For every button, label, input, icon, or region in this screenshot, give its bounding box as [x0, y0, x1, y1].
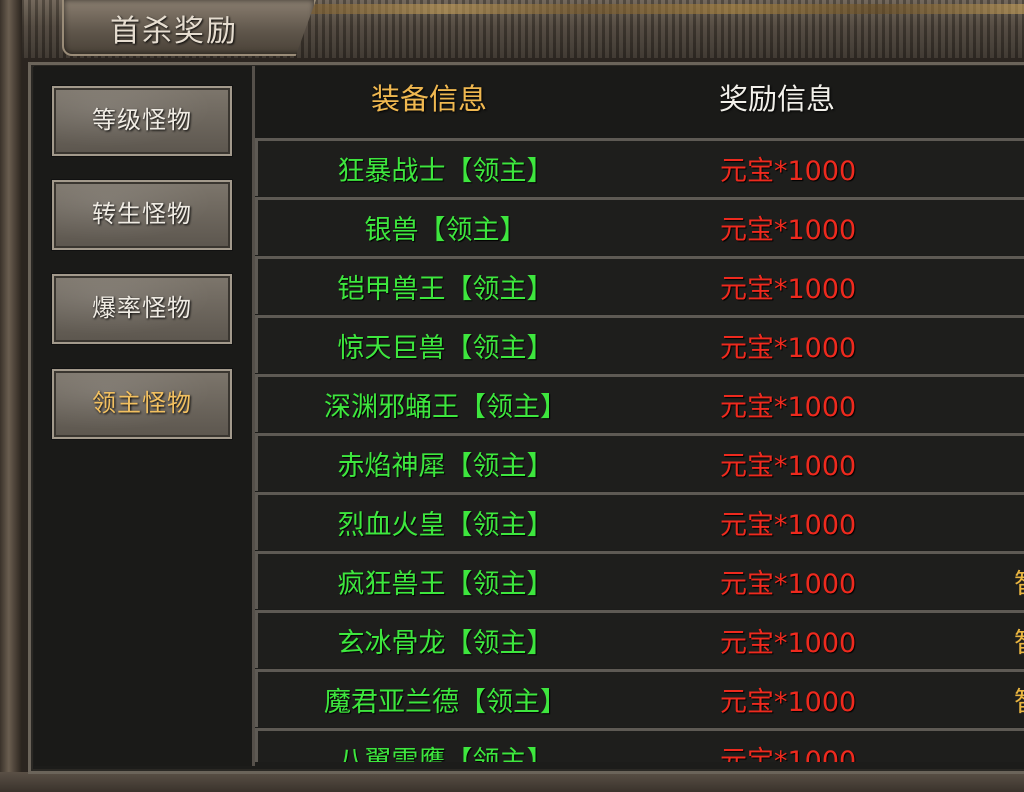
table-row: 银兽【领主】 元宝*1000	[255, 197, 1024, 255]
reward-list[interactable]: 狂暴战士【领主】 元宝*1000 银兽【领主】 元宝*1000 铠甲兽王【领主】…	[255, 138, 1024, 762]
table-row: 狂暴战士【领主】 元宝*1000	[255, 138, 1024, 196]
monster-name: 疯狂兽王【领主】	[337, 569, 554, 600]
monster-name: 烈血火皇【领主】	[337, 510, 554, 541]
table-row: 铠甲兽王【领主】 元宝*1000	[255, 256, 1024, 314]
table-header: 装备信息 奖励信息	[255, 66, 1024, 138]
reward-value: 元宝*1000	[720, 215, 857, 246]
reward-value: 元宝*1000	[720, 746, 857, 762]
reward-value: 元宝*1000	[720, 510, 857, 541]
frame-ornament	[300, 4, 1024, 14]
header-reward-info: 奖励信息	[719, 82, 836, 116]
table-row: 八翼雷鹰【领主】 元宝*1000	[255, 728, 1024, 762]
reward-value: 元宝*1000	[720, 333, 857, 364]
table-row: 深渊邪蛹王【领主】 元宝*1000	[255, 374, 1024, 432]
monster-name: 铠甲兽王【领主】	[337, 274, 554, 305]
reward-value: 元宝*1000	[720, 274, 857, 305]
table-row: 玄冰骨龙【领主】 元宝*1000 智	[255, 610, 1024, 668]
monster-name: 深渊邪蛹王【领主】	[324, 392, 567, 423]
window-frame-bottom	[0, 772, 1024, 792]
window-frame-left	[0, 0, 22, 792]
category-sidebar: 等级怪物 转生怪物 爆率怪物 领主怪物	[34, 66, 255, 766]
monster-name: 玄冰骨龙【领主】	[337, 628, 554, 659]
reward-value: 元宝*1000	[720, 687, 857, 718]
table-row: 烈血火皇【领主】 元宝*1000	[255, 492, 1024, 550]
monster-name: 惊天巨兽【领主】	[337, 333, 554, 364]
extra-column-text: 智	[1014, 621, 1024, 660]
monster-name: 赤焰神犀【领主】	[337, 451, 554, 482]
monster-name: 银兽【领主】	[364, 215, 527, 246]
reward-value: 元宝*1000	[720, 628, 857, 659]
monster-name: 狂暴战士【领主】	[337, 156, 554, 187]
category-button-level-monsters[interactable]: 等级怪物	[52, 86, 232, 156]
monster-name: 魔君亚兰德【领主】	[324, 687, 567, 718]
monster-name: 八翼雷鹰【领主】	[337, 746, 554, 762]
category-button-rebirth-monsters[interactable]: 转生怪物	[52, 180, 232, 250]
window-title: 首杀奖励	[110, 14, 238, 49]
header-equipment-info: 装备信息	[371, 82, 488, 116]
extra-column-text: 智	[1014, 562, 1024, 601]
table-row: 疯狂兽王【领主】 元宝*1000 智	[255, 551, 1024, 609]
category-button-boss-monsters[interactable]: 领主怪物	[52, 369, 232, 439]
table-row: 魔君亚兰德【领主】 元宝*1000 智	[255, 669, 1024, 727]
reward-value: 元宝*1000	[720, 156, 857, 187]
table-row: 惊天巨兽【领主】 元宝*1000	[255, 315, 1024, 373]
extra-column-text: 智	[1014, 680, 1024, 719]
category-button-droprate-monsters[interactable]: 爆率怪物	[52, 274, 232, 344]
reward-value: 元宝*1000	[720, 451, 857, 482]
table-row: 赤焰神犀【领主】 元宝*1000	[255, 433, 1024, 491]
reward-value: 元宝*1000	[720, 569, 857, 600]
reward-value: 元宝*1000	[720, 392, 857, 423]
